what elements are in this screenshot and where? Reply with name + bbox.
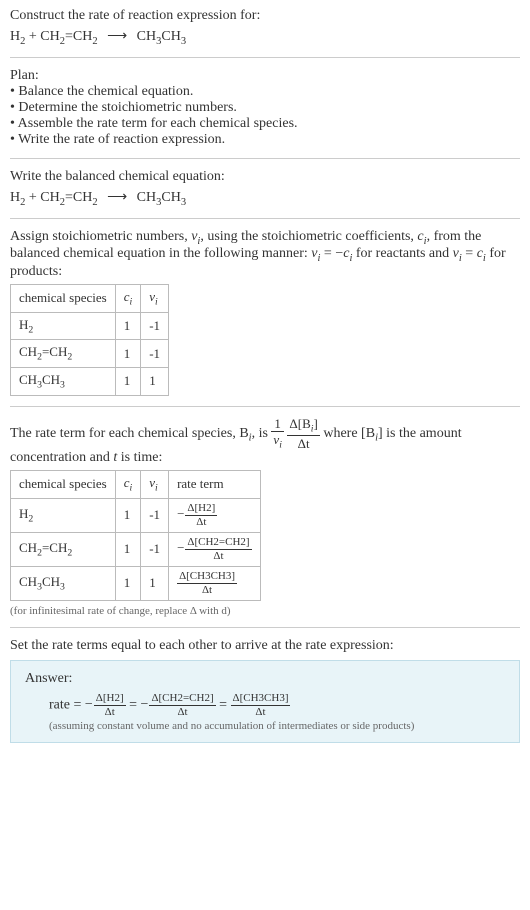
table-header-row: chemical species ci νi (11, 285, 169, 313)
fraction: Δ[CH3CH3]Δt (177, 571, 237, 596)
answer-expression: rate = −Δ[H2]Δt = −Δ[CH2=CH2]Δt = Δ[CH3C… (25, 693, 505, 718)
col-species: chemical species (11, 285, 116, 313)
balanced-title: Write the balanced chemical equation: (10, 169, 520, 185)
cell-rateterm: −Δ[CH2=CH2]Δt (169, 532, 261, 566)
species-ethylene: CH2=CH2 (40, 190, 97, 205)
answer-label: Answer: (25, 671, 505, 687)
rateterm-note: (for infinitesimal rate of change, repla… (10, 605, 520, 617)
col-nui: νi (141, 470, 169, 498)
fraction: 1νi (271, 417, 284, 450)
final-title: Set the rate terms equal to each other t… (10, 638, 520, 654)
plan-title: Plan: (10, 68, 520, 84)
divider (10, 406, 520, 407)
rateterm-section: The rate term for each chemical species,… (10, 417, 520, 617)
plus-sign: + (25, 190, 40, 205)
cell-rateterm: Δ[CH3CH3]Δt (169, 566, 261, 600)
rateterm-intro: The rate term for each chemical species,… (10, 417, 520, 466)
species-ethane: CH3CH3 (137, 29, 186, 44)
cell-rateterm: −Δ[H2]Δt (169, 498, 261, 532)
cell-ci: 1 (115, 532, 141, 566)
divider (10, 218, 520, 219)
table-row: CH3CH3 1 1 (11, 367, 169, 395)
rateterm-table: chemical species ci νi rate term H2 1 -1… (10, 470, 261, 601)
table-row: CH3CH3 1 1 Δ[CH3CH3]Δt (11, 566, 261, 600)
cell-species: CH2=CH2 (11, 532, 116, 566)
cell-nui: -1 (141, 312, 169, 340)
cell-ci: 1 (115, 340, 141, 368)
cell-ci: 1 (115, 498, 141, 532)
cell-nui: 1 (141, 566, 169, 600)
question-header: Construct the rate of reaction expressio… (10, 8, 520, 47)
plus-sign: + (25, 29, 40, 44)
answer-box: Answer: rate = −Δ[H2]Δt = −Δ[CH2=CH2]Δt … (10, 660, 520, 743)
col-species: chemical species (11, 470, 116, 498)
balanced-equation: H2 + CH2=CH2 ⟶ CH3CH3 (10, 189, 520, 208)
stoich-section: Assign stoichiometric numbers, νi, using… (10, 229, 520, 396)
divider (10, 57, 520, 58)
plan-list: Balance the chemical equation. Determine… (10, 84, 520, 148)
fraction: Δ[H2]Δt (94, 693, 126, 718)
cell-nui: -1 (141, 340, 169, 368)
species-h2: H2 (10, 190, 25, 205)
fraction: Δ[CH3CH3]Δt (231, 693, 291, 718)
cell-nui: -1 (141, 498, 169, 532)
plan-item: Balance the chemical equation. (10, 84, 520, 100)
fraction: Δ[Bi]Δt (287, 417, 319, 450)
stoich-intro: Assign stoichiometric numbers, νi, using… (10, 229, 520, 281)
fraction: Δ[CH2=CH2]Δt (149, 693, 215, 718)
cell-ci: 1 (115, 566, 141, 600)
table-row: CH2=CH2 1 -1 (11, 340, 169, 368)
col-ci: ci (115, 285, 141, 313)
fraction: Δ[H2]Δt (185, 503, 217, 528)
stoich-table: chemical species ci νi H2 1 -1 CH2=CH2 1… (10, 284, 169, 395)
col-rateterm: rate term (169, 470, 261, 498)
arrow-icon: ⟶ (107, 29, 127, 44)
cell-species: H2 (11, 312, 116, 340)
final-section: Set the rate terms equal to each other t… (10, 638, 520, 743)
plan-section: Plan: Balance the chemical equation. Det… (10, 68, 520, 148)
table-row: H2 1 -1 (11, 312, 169, 340)
plan-item: Write the rate of reaction expression. (10, 132, 520, 148)
divider (10, 627, 520, 628)
fraction: Δ[CH2=CH2]Δt (185, 537, 251, 562)
col-ci: ci (115, 470, 141, 498)
species-ethylene: CH2=CH2 (40, 29, 97, 44)
table-row: CH2=CH2 1 -1 −Δ[CH2=CH2]Δt (11, 532, 261, 566)
cell-ci: 1 (115, 312, 141, 340)
divider (10, 158, 520, 159)
plan-item: Determine the stoichiometric numbers. (10, 100, 520, 116)
cell-species: H2 (11, 498, 116, 532)
balanced-section: Write the balanced chemical equation: H2… (10, 169, 520, 208)
question-equation: H2 + CH2=CH2 ⟶ CH3CH3 (10, 28, 520, 47)
col-nui: νi (141, 285, 169, 313)
cell-species: CH3CH3 (11, 367, 116, 395)
answer-note: (assuming constant volume and no accumul… (25, 720, 505, 732)
cell-species: CH3CH3 (11, 566, 116, 600)
species-ethane: CH3CH3 (137, 190, 186, 205)
cell-species: CH2=CH2 (11, 340, 116, 368)
table-row: H2 1 -1 −Δ[H2]Δt (11, 498, 261, 532)
cell-ci: 1 (115, 367, 141, 395)
plan-item: Assemble the rate term for each chemical… (10, 116, 520, 132)
cell-nui: -1 (141, 532, 169, 566)
cell-nui: 1 (141, 367, 169, 395)
question-title: Construct the rate of reaction expressio… (10, 8, 520, 24)
table-header-row: chemical species ci νi rate term (11, 470, 261, 498)
species-h2: H2 (10, 29, 25, 44)
arrow-icon: ⟶ (107, 190, 127, 205)
